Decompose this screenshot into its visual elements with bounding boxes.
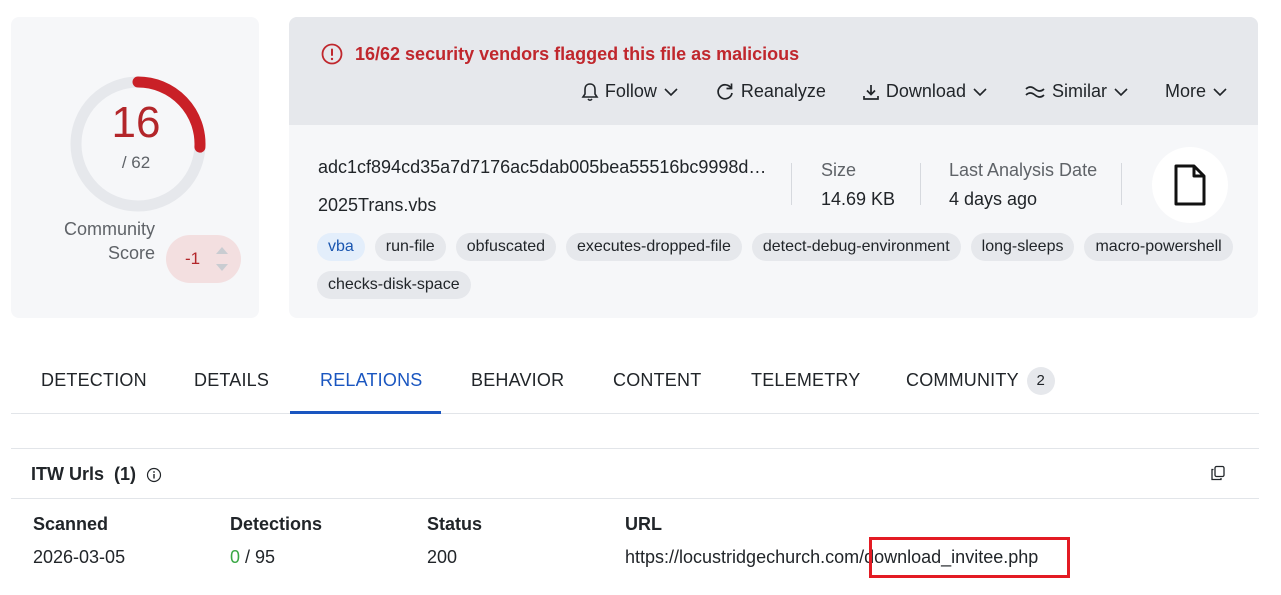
last-analysis-value: 4 days ago <box>949 189 1038 209</box>
tab-details[interactable]: DETAILS <box>194 370 269 391</box>
tab-behavior[interactable]: BEHAVIOR <box>471 370 564 391</box>
similar-label: Similar <box>1051 81 1107 101</box>
community-score-value: -1 <box>185 249 201 268</box>
url-base: https://locustridgechurch.com/ <box>625 547 865 567</box>
chevron-down-icon <box>1114 87 1128 96</box>
cell-detections: 0 / 95 <box>230 547 275 568</box>
info-icon[interactable] <box>146 467 162 483</box>
download-button[interactable]: Download <box>862 81 988 102</box>
itw-urls-title: ITW Urls (1) <box>31 464 162 485</box>
tag-chip[interactable]: obfuscated <box>455 233 556 261</box>
meta-divider <box>791 163 792 205</box>
tag-chip[interactable]: detect-debug-environment <box>751 233 961 261</box>
detection-score-card: 16 / 62 Community Score -1 <box>11 17 259 318</box>
follow-button[interactable]: Follow <box>581 81 679 102</box>
detection-total: / 62 <box>121 153 151 172</box>
follow-label: Follow <box>604 81 657 101</box>
meta-divider <box>1121 163 1122 205</box>
cell-status: 200 <box>427 547 458 567</box>
download-icon <box>863 84 879 100</box>
reanalyze-label: Reanalyze <box>740 81 826 101</box>
file-hash[interactable]: adc1cf894cd35a7d7176ac5dab005bea55516bc9… <box>318 157 766 178</box>
column-header-status: Status <box>427 514 483 534</box>
chevron-down-icon <box>664 87 678 96</box>
tab-detection[interactable]: DETECTION <box>41 370 147 391</box>
tab-community[interactable]: COMMUNITY 2 <box>906 367 1055 395</box>
itw-urls-section: ITW Urls (1) Scanned Detections Status U… <box>11 448 1259 595</box>
alert-circle-icon <box>321 43 343 65</box>
column-header-scanned: Scanned <box>33 514 109 534</box>
tag-chip[interactable]: long-sleeps <box>970 233 1075 261</box>
community-score-label: Community Score <box>39 217 155 265</box>
more-button[interactable]: More <box>1165 81 1228 102</box>
community-score-pill: -1 <box>166 235 241 283</box>
itw-urls-header: ITW Urls (1) <box>11 449 1259 499</box>
more-label: More <box>1164 81 1206 101</box>
active-tab-indicator <box>290 411 441 414</box>
reanalyze-button[interactable]: Reanalyze <box>715 81 826 102</box>
community-label-line1: Community <box>63 219 155 239</box>
file-summary-panel: 16/62 security vendors flagged this file… <box>289 17 1258 318</box>
action-bar: Follow Reanalyze Download Similar More <box>581 81 1228 102</box>
size-label: Size <box>821 160 857 180</box>
last-analysis-label: Last Analysis Date <box>949 160 1098 180</box>
chevron-down-icon <box>1213 87 1227 96</box>
detections-total: / 95 <box>240 547 276 567</box>
tab-content[interactable]: CONTENT <box>613 370 701 391</box>
refresh-icon <box>717 83 733 100</box>
alert-text: 16/62 security vendors flagged this file… <box>355 43 800 64</box>
file-name: 2025Trans.vbs <box>318 195 437 215</box>
tag-chip[interactable]: checks-disk-space <box>317 271 471 299</box>
detection-count: 16 <box>111 98 161 147</box>
chevron-down-icon <box>973 87 987 96</box>
tab-telemetry[interactable]: TELEMETRY <box>751 370 861 391</box>
file-type-badge <box>1152 147 1228 223</box>
tag-chip[interactable]: executes-dropped-file <box>565 233 742 261</box>
summary-header: 16/62 security vendors flagged this file… <box>289 17 1258 125</box>
similar-button[interactable]: Similar <box>1024 81 1129 102</box>
tag-list: vba run-file obfuscated executes-dropped… <box>317 233 1237 299</box>
community-count-badge: 2 <box>1026 367 1055 395</box>
vote-arrows <box>216 247 228 271</box>
cell-scanned: 2026-03-05 <box>33 547 126 567</box>
column-header-detections: Detections <box>230 514 323 534</box>
tag-chip[interactable]: vba <box>317 233 365 261</box>
tag-chip[interactable]: macro-powershell <box>1084 233 1233 261</box>
itw-count: (1) <box>114 464 137 484</box>
detections-positive: 0 <box>230 547 241 567</box>
download-label: Download <box>885 81 966 101</box>
itw-title-text: ITW Urls <box>31 464 105 484</box>
bell-icon <box>581 82 599 101</box>
copy-icon[interactable] <box>1210 465 1226 481</box>
tag-chip[interactable]: run-file <box>374 233 446 261</box>
vote-down-icon[interactable] <box>216 264 228 271</box>
tab-relations[interactable]: RELATIONS <box>320 370 423 391</box>
url-highlight-box <box>869 537 1070 578</box>
file-icon <box>1174 164 1206 206</box>
community-label-line2: Score <box>107 243 155 263</box>
size-value: 14.69 KB <box>821 189 896 209</box>
column-header-url: URL <box>625 514 662 534</box>
report-tabs: DETECTION DETAILS RELATIONS BEHAVIOR CON… <box>11 350 1259 414</box>
vote-up-icon[interactable] <box>216 247 228 254</box>
tab-community-label: COMMUNITY <box>906 369 1019 390</box>
malicious-alert: 16/62 security vendors flagged this file… <box>321 43 799 65</box>
meta-divider <box>920 163 921 205</box>
similar-icon <box>1025 85 1045 98</box>
